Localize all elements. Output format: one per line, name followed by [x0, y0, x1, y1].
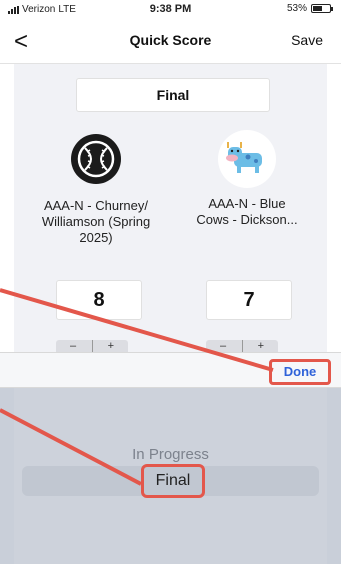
save-button[interactable]: Save: [291, 32, 323, 48]
quick-score-content: Final AAA-N - Churney/ Williamson (Sprin…: [14, 64, 327, 352]
page-title: Quick Score: [129, 32, 212, 48]
away-team: AAA-N - Blue Cows - Dickson...: [192, 130, 302, 228]
away-score-stepper[interactable]: – +: [206, 340, 278, 352]
battery-percent: 53%: [286, 3, 307, 14]
decrement-button[interactable]: –: [70, 340, 76, 352]
game-status-field[interactable]: Final: [76, 78, 270, 112]
home-team: AAA-N - Churney/ Williamson (Spring 2025…: [41, 130, 151, 246]
home-score-stepper[interactable]: – +: [56, 340, 128, 352]
picker-wheel[interactable]: In Progress Final: [14, 388, 327, 564]
increment-button[interactable]: +: [108, 340, 114, 352]
picker-option-final[interactable]: Final: [141, 464, 205, 498]
cow-icon: [218, 130, 276, 188]
decrement-button[interactable]: –: [220, 340, 226, 352]
stepper-divider: [242, 340, 243, 352]
status-picker[interactable]: In Progress Final: [0, 388, 341, 564]
status-right: 53%: [286, 3, 333, 14]
home-team-name: AAA-N - Churney/ Williamson (Spring 2025…: [41, 198, 151, 245]
away-score-field[interactable]: 7: [206, 280, 292, 320]
away-team-name: AAA-N - Blue Cows - Dickson...: [196, 196, 298, 227]
navigation-bar: < Quick Score Save: [0, 20, 341, 64]
stepper-divider: [92, 340, 93, 352]
increment-button[interactable]: +: [258, 340, 264, 352]
status-bar: Verizon LTE 9:38 PM 53%: [0, 0, 341, 20]
picker-toolbar: Done: [0, 352, 341, 388]
baseball-icon: [71, 134, 121, 184]
done-button[interactable]: Done: [269, 359, 331, 385]
picker-option-in-progress[interactable]: In Progress: [14, 446, 327, 463]
home-score-field[interactable]: 8: [56, 280, 142, 320]
battery-icon: [311, 4, 333, 13]
